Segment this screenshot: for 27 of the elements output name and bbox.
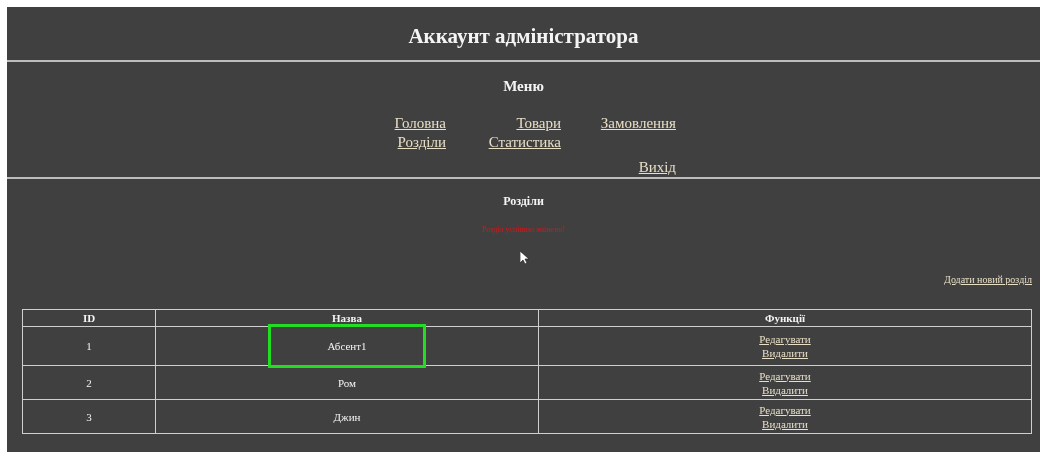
nav-link[interactable]: Головна [394,114,446,131]
action-link[interactable]: Редагувати [759,403,811,416]
column-header: Функції [538,309,1032,327]
menu-heading: Меню [502,77,545,96]
status-message: Розділ успішно змінено! [480,223,567,236]
table-cell: Абсент1 [271,327,423,365]
add-section-link[interactable]: Додати новий розділ [944,273,1032,285]
action-link[interactable]: Редагувати [759,369,811,382]
nav-link[interactable]: Замовлення [600,114,676,131]
nav-link[interactable]: Вихід [638,158,676,175]
action-link[interactable]: Редагувати [759,333,811,345]
column-header: Назва [155,309,539,327]
table-cell: Ром [337,376,357,389]
table-cell: 2 [22,365,156,400]
nav-link[interactable]: Статистика [488,133,561,150]
table-cell: 1 [22,326,156,366]
column-header: ID [22,309,156,327]
table-cell: 3 [22,399,156,434]
cursor-icon [520,250,529,264]
table-cell: Джин [333,410,361,423]
nav-link[interactable]: Товари [516,114,561,131]
action-link[interactable]: Видалити [762,417,808,430]
nav-link[interactable]: Розділи [397,133,446,150]
action-link[interactable]: Видалити [762,383,808,396]
section-heading: Розділи [502,192,545,210]
action-link[interactable]: Видалити [762,347,808,359]
page-title: Аккаунт адміністратора [407,23,640,50]
